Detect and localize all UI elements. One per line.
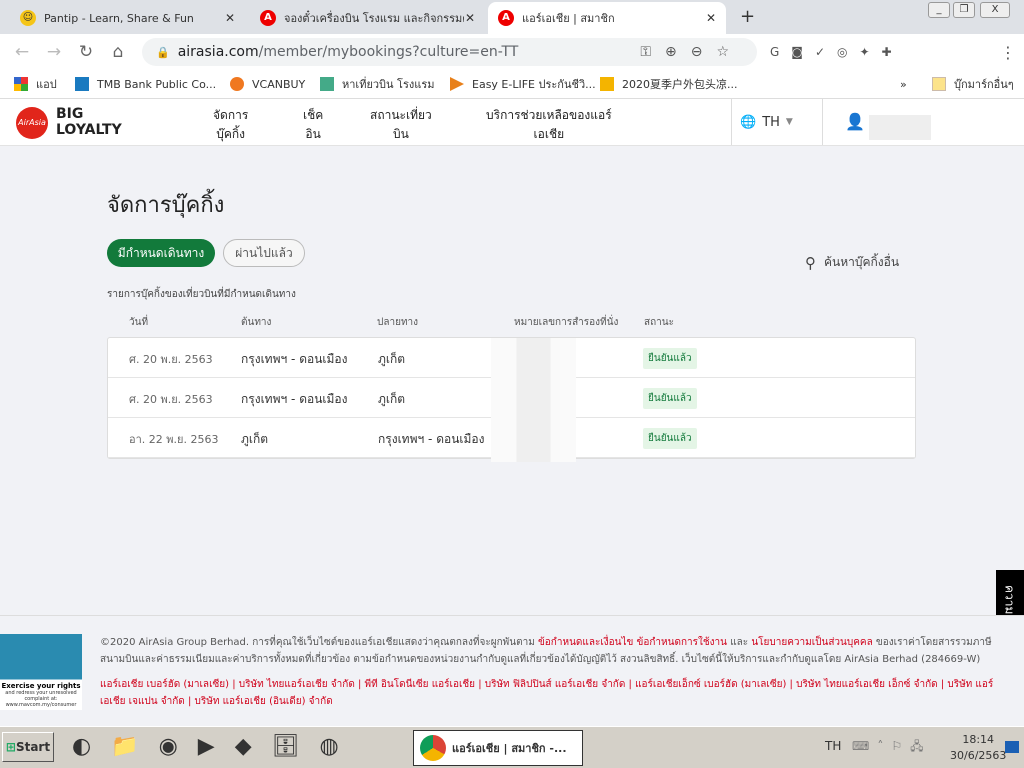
status-badge: ยืนยันแล้ว bbox=[643, 388, 697, 409]
close-tab-icon[interactable]: ✕ bbox=[225, 11, 235, 25]
list-caption: รายการบุ๊คกิ้งของเที่ยวบินที่มีกำหนดเดิน… bbox=[107, 289, 296, 300]
mavcom-badge[interactable]: Exercise your rights and redress your unr… bbox=[0, 634, 82, 710]
clock[interactable]: 18:14 30/6/2563 bbox=[950, 732, 1006, 764]
tray-icons[interactable]: ⌨˄⚐🖧 bbox=[852, 737, 931, 758]
vcanbuy-icon bbox=[230, 77, 244, 91]
bookmark-elife[interactable]: Easy E-LIFE ประกันชีวิ... bbox=[450, 75, 596, 93]
pantip-icon: ☺ bbox=[20, 10, 36, 26]
minimize-button[interactable]: _ bbox=[928, 2, 950, 18]
extension-icons[interactable]: G◙✓◎✦✚ bbox=[770, 45, 904, 59]
new-tab-button[interactable]: + bbox=[740, 6, 755, 27]
apps-icon bbox=[14, 77, 28, 91]
folder-icon bbox=[932, 77, 946, 91]
reload-icon[interactable]: ↻ bbox=[70, 42, 102, 62]
airasia-icon: A bbox=[498, 10, 514, 26]
col-destination: ปลายทาง bbox=[377, 317, 419, 328]
restore-button[interactable]: ❐ bbox=[953, 2, 975, 18]
airasia-icon: A bbox=[260, 10, 276, 26]
tab-pantip[interactable]: ☺ Pantip - Learn, Share & Fun ✕ bbox=[10, 2, 245, 34]
lock-icon: 🔒 bbox=[156, 45, 170, 59]
play-icon bbox=[450, 77, 464, 91]
tab-past[interactable]: ผ่านไปแล้ว bbox=[223, 239, 305, 267]
col-booking-number: หมายเลขการสำรองที่นั่ง bbox=[514, 317, 619, 328]
search-other-booking[interactable]: ⚲ ค้นหาบุ๊คกิ้งอื่น bbox=[805, 253, 899, 272]
bookmark-other[interactable]: บุ๊กมาร์กอื่นๆ bbox=[932, 75, 1014, 93]
bookings-table: ศ. 20 พ.ย. 2563 กรุงเทพฯ - ดอนเมือง ภูเก็ต… bbox=[107, 337, 916, 462]
taskbar: ⊞ Start ◐📁◉▶◆🗄◍ แอร์เอเชีย | สมาชิก -... … bbox=[0, 726, 1024, 768]
status-badge: ยืนยันแล้ว bbox=[643, 348, 697, 369]
nav-help[interactable]: บริการช่วยเหลือของแอร์ เอเชีย bbox=[486, 106, 612, 144]
col-origin: ต้นทาง bbox=[241, 317, 272, 328]
airasia-logo[interactable]: AirAsia bbox=[16, 107, 48, 139]
bookmarks-bar: แอป TMB Bank Public Co... VCANBUY หาเที่… bbox=[0, 70, 1024, 99]
bookmark-vcanbuy[interactable]: VCANBUY bbox=[230, 77, 305, 91]
more-bookmarks-icon[interactable]: » bbox=[900, 78, 907, 91]
tmb-icon bbox=[75, 77, 89, 91]
back-icon[interactable]: ← bbox=[6, 42, 38, 62]
bookmark-apps[interactable]: แอป bbox=[14, 75, 57, 93]
nav-manage-booking[interactable]: จัดการ บุ๊คกิ้ง bbox=[213, 106, 248, 144]
tab-airasia-booking[interactable]: A จองตั๋วเครื่องบิน โรงแรม และกิจกรรมต่ ✕ bbox=[250, 2, 485, 34]
site-header: AirAsia BIG LOYALTY จัดการ บุ๊คกิ้ง เช็ค อิ… bbox=[0, 99, 1024, 146]
start-button[interactable]: ⊞ Start bbox=[2, 732, 54, 762]
shop-icon bbox=[600, 77, 614, 91]
terms-link[interactable]: ข้อกำหนดและเงื่อนไข ข้อกำหนดการใช้งาน bbox=[538, 637, 727, 648]
footer: Exercise your rights and redress your unr… bbox=[0, 615, 1024, 725]
language-selector[interactable]: 🌐 TH ▼ bbox=[731, 99, 823, 145]
tab-upcoming[interactable]: มีกำหนดเดินทาง bbox=[107, 239, 215, 267]
copyright-text: ©2020 AirAsia Group Berhad. การที่คุณใช้… bbox=[100, 637, 992, 665]
pinned-apps[interactable]: ◐📁◉▶◆🗄◍ bbox=[72, 734, 359, 759]
col-status: สถานะ bbox=[644, 317, 674, 328]
taskbar-window-chrome[interactable]: แอร์เอเชีย | สมาชิก -... bbox=[413, 730, 583, 766]
search-icon: ⚲ bbox=[805, 253, 816, 272]
close-window-button[interactable]: X bbox=[980, 2, 1010, 18]
col-date: วันที่ bbox=[129, 317, 149, 328]
home-icon[interactable]: ⌂ bbox=[102, 42, 134, 62]
forward-icon[interactable]: → bbox=[38, 42, 70, 62]
windows-logo-icon: ⊞ bbox=[5, 740, 16, 754]
close-tab-icon[interactable]: ✕ bbox=[465, 11, 475, 25]
bookmark-2020[interactable]: 2020夏季户外包头凉... bbox=[600, 76, 737, 92]
tab-strip: ☺ Pantip - Learn, Share & Fun ✕ A จองตั๋วเค… bbox=[0, 0, 1024, 34]
nav-check-in[interactable]: เช็ค อิน bbox=[303, 106, 323, 144]
big-loyalty-logo: BIG LOYALTY bbox=[56, 106, 122, 138]
booking-number-redacted bbox=[491, 338, 576, 462]
user-name-redacted[interactable] bbox=[869, 115, 931, 140]
address-bar[interactable]: 🔒 airasia.com/member/mybookings?culture=e… bbox=[142, 38, 757, 66]
show-desktop-icon[interactable] bbox=[1005, 741, 1019, 753]
globe-icon: 🌐 bbox=[740, 114, 757, 130]
language-indicator[interactable]: TH bbox=[825, 739, 841, 753]
caret-down-icon: ▼ bbox=[785, 117, 793, 127]
privacy-link[interactable]: นโยบายความเป็นส่วนบุคคล bbox=[751, 637, 872, 648]
nav-flight-status[interactable]: สถานะเที่ยว บิน bbox=[370, 106, 432, 144]
menu-icon[interactable]: ⋮ bbox=[1000, 43, 1016, 62]
chrome-icon bbox=[420, 735, 446, 761]
close-tab-icon[interactable]: ✕ bbox=[706, 11, 716, 25]
bookmark-flights[interactable]: หาเที่ยวบิน โรงแรม bbox=[320, 75, 435, 93]
company-links[interactable]: แอร์เอเชีย เบอร์ฮัด (มาเลเซีย) | บริษัท … bbox=[100, 676, 1010, 710]
key-zoom-star-icons[interactable]: ⚿⊕⊖☆ bbox=[640, 44, 743, 60]
bookmark-tmb[interactable]: TMB Bank Public Co... bbox=[75, 77, 216, 91]
tab-airasia-member[interactable]: A แอร์เอเชีย | สมาชิก ✕ bbox=[488, 2, 726, 34]
status-badge: ยืนยันแล้ว bbox=[643, 428, 697, 449]
user-icon[interactable]: 👤 bbox=[845, 112, 865, 131]
flight-icon bbox=[320, 77, 334, 91]
page-title: จัดการบุ๊คกิ้ง bbox=[107, 193, 225, 218]
toolbar: ← → ↻ ⌂ 🔒 airasia.com/member/mybookings?c… bbox=[0, 34, 1024, 70]
